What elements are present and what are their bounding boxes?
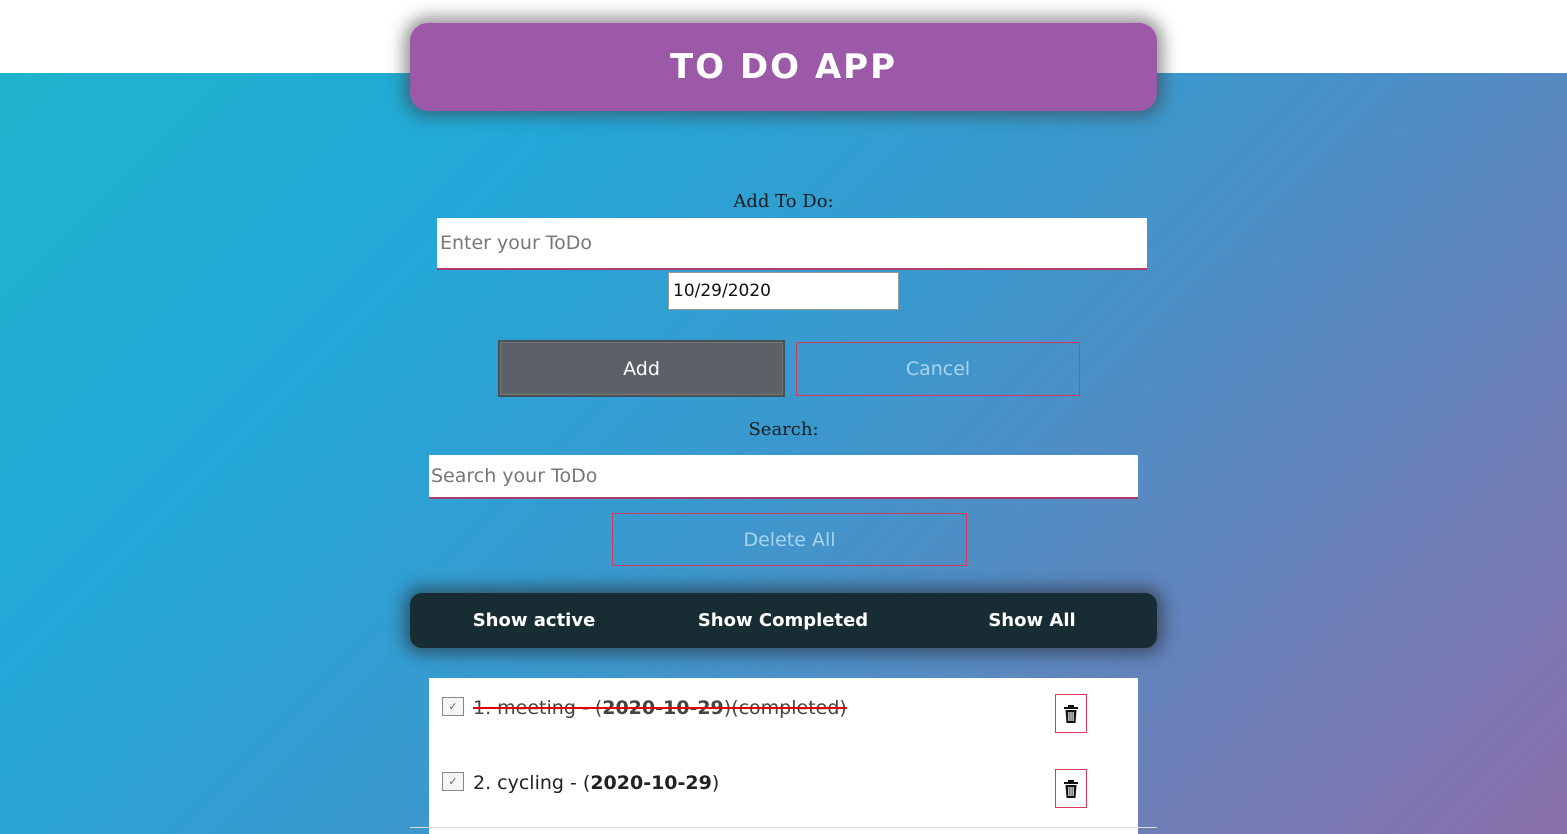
todo-suffix: )(completed) xyxy=(723,697,847,719)
delete-todo-button[interactable] xyxy=(1055,694,1087,733)
checkmark-icon: ✓ xyxy=(448,700,458,713)
todo-input[interactable] xyxy=(437,218,1147,270)
add-todo-label: Add To Do: xyxy=(733,191,834,212)
checkmark-icon: ✓ xyxy=(448,775,458,788)
todo-item: ✓ 1. meeting - (2020-10-29)(completed) xyxy=(429,678,1138,738)
todo-checkbox[interactable]: ✓ xyxy=(442,697,464,716)
todo-text: 1. meeting - (2020-10-29)(completed) xyxy=(473,697,847,719)
trash-icon xyxy=(1064,704,1078,723)
todo-item: ✓ 2. cycling - (2020-10-29) xyxy=(429,753,1138,813)
todo-list: ✓ 1. meeting - (2020-10-29)(completed) ✓… xyxy=(429,678,1138,834)
trash-icon xyxy=(1064,779,1078,798)
todo-suffix: ) xyxy=(711,772,720,794)
todo-text: 2. cycling - (2020-10-29) xyxy=(473,772,719,794)
cancel-button[interactable]: Cancel xyxy=(796,342,1080,396)
app-title: TO DO APP xyxy=(669,47,898,87)
delete-all-button[interactable]: Delete All xyxy=(612,513,967,566)
filter-show-completed[interactable]: Show Completed xyxy=(698,593,868,648)
add-button[interactable]: Add xyxy=(498,340,785,397)
todo-date: 2020-10-29 xyxy=(602,697,724,719)
todo-date: 2020-10-29 xyxy=(590,772,712,794)
todo-checkbox[interactable]: ✓ xyxy=(442,772,464,791)
filter-show-all[interactable]: Show All xyxy=(988,593,1075,648)
divider xyxy=(410,827,1157,828)
delete-todo-button[interactable] xyxy=(1055,769,1087,808)
date-input[interactable]: 10/29/2020 xyxy=(668,272,899,310)
todo-prefix: 1. meeting - ( xyxy=(473,697,603,719)
todo-prefix: 2. cycling - ( xyxy=(473,772,591,794)
filter-bar: Show active Show Completed Show All xyxy=(410,593,1157,648)
search-input[interactable] xyxy=(429,455,1138,499)
app-header: TO DO APP xyxy=(410,23,1157,111)
search-label: Search: xyxy=(748,419,819,440)
filter-show-active[interactable]: Show active xyxy=(473,593,596,648)
